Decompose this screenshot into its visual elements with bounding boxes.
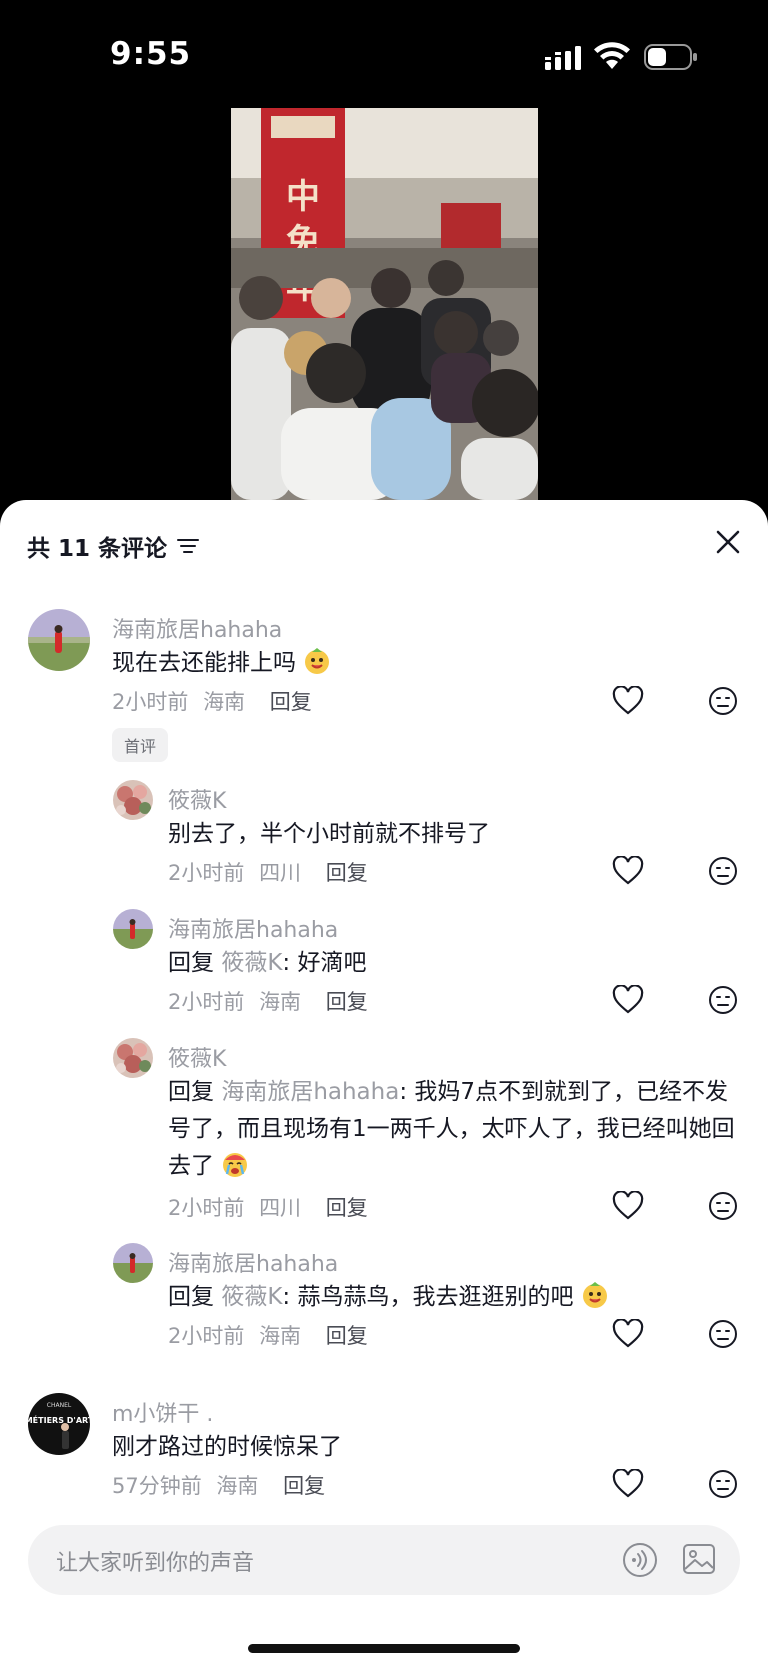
cry-emoji-icon	[223, 1153, 248, 1177]
first-comment-badge: 首评	[112, 728, 169, 762]
comment-input-placeholder: 让大家听到你的声音	[56, 1551, 255, 1576]
dislike-face-icon[interactable]	[708, 1319, 738, 1349]
comment-text: 刚才路过的时候惊呆了	[112, 1434, 342, 1460]
comment-meta: 2小时前 海南 回复	[168, 990, 368, 1014]
comment-username[interactable]: 筱薇K	[168, 783, 226, 815]
comment-meta: 2小时前 海南 回复	[168, 1324, 368, 1348]
avatar-title-text: MÉTIERS D'ART	[28, 1414, 90, 1425]
dislike-face-icon[interactable]	[708, 1469, 738, 1499]
like-heart-icon[interactable]	[612, 1191, 644, 1221]
image-upload-icon[interactable]	[682, 1542, 716, 1576]
like-heart-icon[interactable]	[612, 985, 644, 1015]
comment-text: 别去了，半个小时前就不排号了	[168, 821, 490, 847]
wifi-icon	[594, 42, 630, 69]
comment-username[interactable]: m小饼干 .	[112, 1396, 213, 1428]
avatar[interactable]	[28, 609, 90, 671]
like-heart-icon[interactable]	[612, 856, 644, 886]
avatar[interactable]	[113, 909, 153, 949]
reply-button[interactable]: 回复	[270, 690, 312, 714]
comment-text: 回复 筱薇K: 蒜鸟蒜鸟，我去逛逛别的吧	[168, 1279, 738, 1316]
dislike-face-icon[interactable]	[708, 985, 738, 1015]
video-frame: 中 免 年	[231, 108, 538, 500]
smile-emoji-icon	[582, 1282, 607, 1308]
avatar[interactable]	[113, 1243, 153, 1283]
reply-target-username[interactable]: 海南旅居hahaha	[221, 1079, 399, 1105]
comment-text: 回复 筱薇K: 好滴吧	[168, 950, 367, 976]
reply-target-username[interactable]: 筱薇K	[221, 950, 282, 976]
comment-username[interactable]: 海南旅居hahaha	[168, 1246, 338, 1278]
like-heart-icon[interactable]	[612, 686, 644, 716]
comment-header: 共 11 条评论	[27, 526, 200, 566]
reply-target-username[interactable]: 筱薇K	[221, 1284, 282, 1310]
smile-emoji-icon	[305, 648, 330, 674]
like-heart-icon[interactable]	[612, 1469, 644, 1499]
comment-username[interactable]: 筱薇K	[168, 1041, 226, 1073]
video-preview[interactable]: 中 免 年	[231, 108, 538, 500]
avatar[interactable]	[113, 1038, 153, 1078]
dislike-face-icon[interactable]	[708, 1191, 738, 1221]
svg-text:中: 中	[286, 177, 320, 217]
close-icon[interactable]	[710, 524, 746, 560]
avatar-brand-text: CHANEL	[47, 1402, 72, 1409]
like-heart-icon[interactable]	[612, 1319, 644, 1349]
reply-button[interactable]: 回复	[326, 861, 368, 885]
comment-username[interactable]: 海南旅居hahaha	[168, 912, 338, 944]
comment-text: 回复 海南旅居hahaha: 我妈7点不到就到了，已经不发号了，而且现场有1一两…	[168, 1079, 735, 1179]
dislike-face-icon[interactable]	[708, 686, 738, 716]
comment-meta: 57分钟前 海南 回复	[112, 1474, 326, 1498]
cellular-signal-icon	[545, 46, 581, 70]
voice-input-icon[interactable]	[622, 1542, 658, 1578]
reply-button[interactable]: 回复	[326, 990, 368, 1014]
reply-button[interactable]: 回复	[326, 1196, 368, 1220]
reply-button[interactable]: 回复	[283, 1474, 325, 1498]
comment-username[interactable]: 海南旅居hahaha	[112, 612, 282, 644]
status-time: 9:55	[110, 36, 192, 72]
comment-meta: 2小时前 四川 回复	[168, 861, 368, 885]
dislike-face-icon[interactable]	[708, 856, 738, 886]
avatar[interactable]: CHANEL MÉTIERS D'ART	[28, 1393, 90, 1455]
battery-icon	[644, 44, 697, 70]
avatar[interactable]	[113, 780, 153, 820]
comment-input[interactable]: 让大家听到你的声音	[28, 1525, 740, 1595]
sort-filter-icon[interactable]	[177, 537, 200, 555]
status-bar: 9:55	[0, 0, 768, 110]
home-indicator[interactable]	[248, 1644, 520, 1653]
reply-button[interactable]: 回复	[326, 1324, 368, 1348]
comment-meta: 2小时前 四川 回复	[168, 1196, 368, 1220]
comment-sheet: 共 11 条评论 海南旅居hahaha 现在去还能排上吗 2小时前 海南 回复 …	[0, 500, 768, 1669]
comment-meta: 2小时前 海南 回复	[112, 690, 312, 714]
comment-count-title: 共 11 条评论	[27, 536, 168, 562]
comment-text: 现在去还能排上吗	[112, 645, 692, 682]
